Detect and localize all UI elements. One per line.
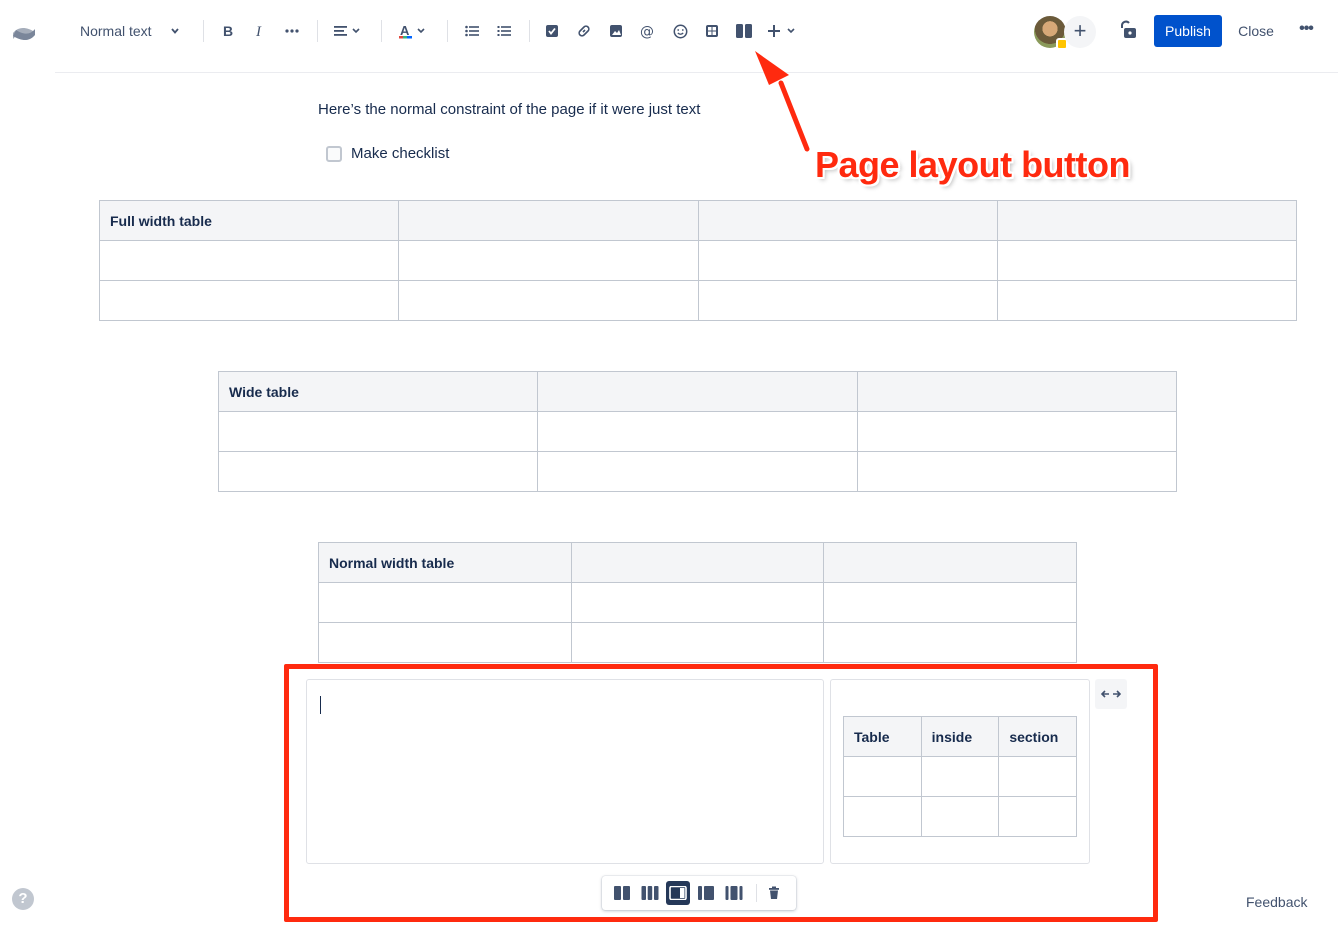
table-header-row: Normal width table xyxy=(318,542,1077,583)
table-cell[interactable] xyxy=(98,280,400,321)
toolbar-divider-line xyxy=(55,72,1338,73)
table-cell[interactable] xyxy=(217,411,539,452)
checklist-label[interactable]: Make checklist xyxy=(351,145,449,162)
annotation-arrow-icon xyxy=(755,51,810,152)
annotation-label: Page layout button xyxy=(815,144,1131,185)
table-cell[interactable] xyxy=(537,411,858,452)
toolbar-divider xyxy=(203,20,204,42)
table-icon[interactable] xyxy=(702,18,722,44)
image-icon[interactable] xyxy=(606,18,626,44)
bullet-list-icon[interactable] xyxy=(462,18,482,44)
toolbar-divider xyxy=(317,20,318,42)
table-row xyxy=(98,240,1298,281)
more-options-icon[interactable]: ••• xyxy=(1294,20,1318,42)
close-button[interactable]: Close xyxy=(1228,15,1284,47)
toolbar-divider xyxy=(447,20,448,42)
text-color-icon[interactable]: A xyxy=(396,18,430,44)
more-formatting-icon[interactable] xyxy=(282,18,302,44)
svg-text:B: B xyxy=(223,24,233,38)
table-cell[interactable] xyxy=(823,622,1077,663)
table-cell[interactable] xyxy=(318,582,572,623)
table-header-cell[interactable]: Full width table xyxy=(98,200,400,241)
toolbar-divider xyxy=(529,20,530,42)
mention-icon[interactable]: @ xyxy=(638,18,658,44)
svg-text:I: I xyxy=(255,24,262,38)
table-header-cell[interactable] xyxy=(398,200,699,241)
table-cell[interactable] xyxy=(398,240,699,281)
text-style-label: Normal text xyxy=(80,23,152,39)
bold-icon[interactable]: B xyxy=(218,18,238,44)
emoji-icon[interactable] xyxy=(670,18,690,44)
table-header-cell[interactable] xyxy=(570,542,825,583)
table-cell[interactable] xyxy=(398,280,699,321)
unlock-icon[interactable] xyxy=(1116,18,1140,42)
table-cell[interactable] xyxy=(856,411,1178,452)
annotation-highlight-box xyxy=(284,664,1158,922)
table-header-cell[interactable]: Wide table xyxy=(217,371,539,412)
toolbar-divider xyxy=(381,20,382,42)
italic-icon[interactable]: I xyxy=(250,18,270,44)
table-cell[interactable] xyxy=(537,451,858,492)
table-cell[interactable] xyxy=(318,622,572,663)
table-cell[interactable] xyxy=(697,240,998,281)
table-row xyxy=(318,582,1077,623)
table-row xyxy=(217,411,1178,452)
text-style-dropdown[interactable]: Normal text xyxy=(72,18,188,44)
table-header-cell[interactable]: Normal width table xyxy=(318,542,572,583)
feedback-link[interactable]: Feedback xyxy=(1246,894,1307,910)
editor-toolbar: Normal text B I A @ + Publish Close ••• xyxy=(0,0,1338,62)
table-cell[interactable] xyxy=(697,280,998,321)
table-header-cell[interactable] xyxy=(537,371,858,412)
page-layout-icon[interactable] xyxy=(733,18,755,44)
link-icon[interactable] xyxy=(574,18,594,44)
intro-paragraph[interactable]: Here’s the normal constraint of the page… xyxy=(318,101,700,118)
publish-button[interactable]: Publish xyxy=(1154,15,1222,47)
table-header-cell[interactable] xyxy=(823,542,1077,583)
table-header-row: Full width table xyxy=(98,200,1298,241)
table-cell[interactable] xyxy=(217,451,539,492)
table-row xyxy=(217,451,1178,492)
numbered-list-icon[interactable] xyxy=(494,18,514,44)
wide-table[interactable]: Wide table xyxy=(217,371,1178,492)
normal-width-table[interactable]: Normal width table xyxy=(318,542,1077,663)
full-width-table[interactable]: Full width table xyxy=(98,200,1298,321)
table-header-row: Wide table xyxy=(217,371,1178,412)
table-cell[interactable] xyxy=(98,240,400,281)
table-header-cell[interactable] xyxy=(996,200,1298,241)
checklist-item[interactable]: Make checklist xyxy=(326,145,449,162)
action-item-icon[interactable] xyxy=(542,18,562,44)
table-header-cell[interactable] xyxy=(697,200,998,241)
align-icon[interactable] xyxy=(332,18,364,44)
svg-text:@: @ xyxy=(640,24,654,39)
table-header-cell[interactable] xyxy=(856,371,1178,412)
svg-text:A: A xyxy=(400,23,410,38)
table-cell[interactable] xyxy=(996,280,1298,321)
table-cell[interactable] xyxy=(570,582,825,623)
table-cell[interactable] xyxy=(856,451,1178,492)
table-cell[interactable] xyxy=(823,582,1077,623)
help-icon[interactable]: ? xyxy=(12,888,34,910)
table-cell[interactable] xyxy=(570,622,825,663)
table-row xyxy=(318,622,1077,663)
add-collaborator-button[interactable]: + xyxy=(1064,16,1096,48)
table-row xyxy=(98,280,1298,321)
chevron-down-icon xyxy=(171,28,179,34)
checklist-checkbox[interactable] xyxy=(326,145,342,162)
table-cell[interactable] xyxy=(996,240,1298,281)
insert-icon[interactable] xyxy=(766,18,800,44)
